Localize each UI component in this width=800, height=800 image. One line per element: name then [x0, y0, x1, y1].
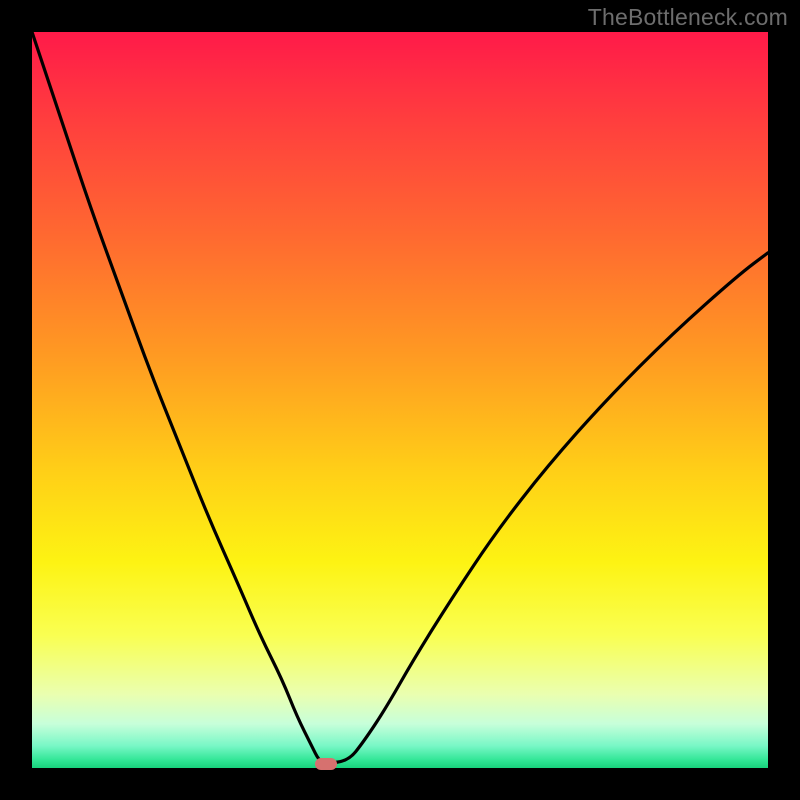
plot-area	[32, 32, 768, 768]
bottleneck-curve	[32, 32, 768, 763]
watermark-text: TheBottleneck.com	[588, 4, 788, 31]
chart-frame: TheBottleneck.com	[0, 0, 800, 800]
optimum-marker	[315, 758, 337, 770]
curve-svg	[32, 32, 768, 768]
